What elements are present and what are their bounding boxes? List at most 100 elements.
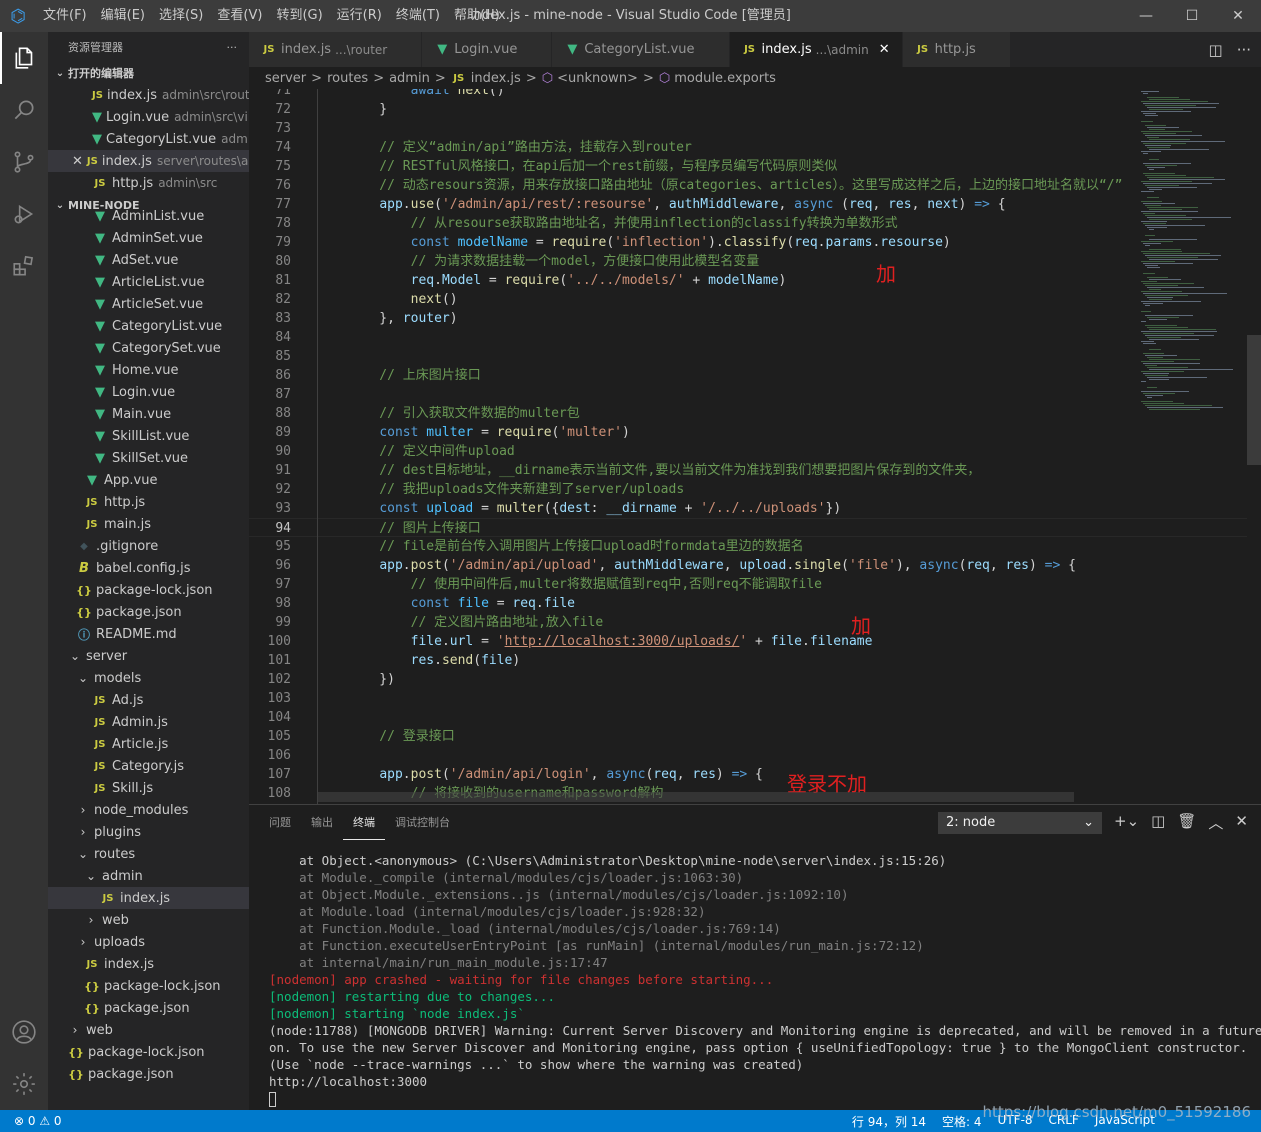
new-terminal-icon[interactable]: +⌄ [1114, 812, 1139, 833]
file-item[interactable]: ▼ App.vue [48, 469, 249, 491]
horizontal-scrollbar[interactable] [318, 792, 1074, 802]
close-window-button[interactable]: ✕ [1215, 0, 1261, 32]
open-editor-item[interactable]: JSindex.js admin\src\router [48, 84, 249, 106]
minimap-line [1141, 181, 1193, 182]
breadcrumb-item[interactable]: routes [327, 71, 368, 86]
panel-tab[interactable]: 终端 [343, 805, 385, 840]
indentation-status[interactable]: 空格: 4 [942, 1113, 982, 1130]
menu-item[interactable]: 文件(F) [36, 0, 94, 32]
file-item[interactable]: ▼ CategoryList.vue [48, 315, 249, 337]
file-item[interactable]: {} package.json [48, 601, 249, 623]
problems-status[interactable]: ⊗ 0 ⚠ 0 [14, 1114, 62, 1128]
minimize-button[interactable]: — [1123, 0, 1169, 32]
code-editor[interactable]: 71 await next() 72 } 73 74 // 定义“admin/api”… [249, 89, 1261, 804]
file-item[interactable]: JS main.js [48, 513, 249, 535]
search-icon[interactable] [0, 84, 48, 136]
file-item[interactable]: ▼ SkillSet.vue [48, 447, 249, 469]
menu-item[interactable]: 帮助(H) [447, 0, 507, 32]
scrollbar-thumb[interactable] [1247, 335, 1261, 465]
open-editor-item[interactable]: ▼Login.vue admin\src\vi... [48, 106, 249, 128]
breadcrumb-item[interactable]: index.js [471, 71, 521, 86]
split-terminal-icon[interactable]: ◫ [1151, 812, 1165, 833]
folder-item[interactable]: ⌄ admin [48, 865, 249, 887]
breadcrumb-item[interactable]: admin [389, 71, 430, 86]
file-item[interactable]: ▼ AdminSet.vue [48, 227, 249, 249]
cursor-position[interactable]: 行 94，列 14 [852, 1113, 926, 1130]
file-item[interactable]: JS Admin.js [48, 711, 249, 733]
menu-item[interactable]: 选择(S) [152, 0, 210, 32]
breadcrumb-item[interactable]: server [265, 71, 306, 86]
file-item[interactable]: JS Article.js [48, 733, 249, 755]
folder-item[interactable]: › uploads [48, 931, 249, 953]
minimap[interactable] [1135, 89, 1247, 804]
file-item[interactable]: {} package.json [48, 997, 249, 1019]
file-item[interactable]: JS Category.js [48, 755, 249, 777]
folder-item[interactable]: › node_modules [48, 799, 249, 821]
file-item[interactable]: ▼ ArticleList.vue [48, 271, 249, 293]
file-item[interactable]: ▼ Home.vue [48, 359, 249, 381]
folder-item[interactable]: ⌄ routes [48, 843, 249, 865]
file-item[interactable]: JS Skill.js [48, 777, 249, 799]
file-item[interactable]: JS http.js [48, 491, 249, 513]
menu-item[interactable]: 查看(V) [210, 0, 269, 32]
file-item[interactable]: Bbabel.config.js [48, 557, 249, 579]
source-control-icon[interactable] [0, 136, 48, 188]
menu-item[interactable]: 转到(G) [269, 0, 329, 32]
explorer-icon[interactable] [0, 32, 48, 84]
file-item[interactable]: {} package.json [48, 1063, 249, 1085]
editor-tab[interactable]: JS http.js [902, 32, 1011, 67]
menu-item[interactable]: 运行(R) [330, 0, 389, 32]
editor-tab[interactable]: ▼ Login.vue [422, 32, 553, 67]
open-editor-item[interactable]: JS http.js admin\src [48, 172, 249, 194]
panel-tab[interactable]: 问题 [259, 805, 301, 840]
folder-item[interactable]: ⌄ models [48, 667, 249, 689]
close-icon[interactable]: ✕ [72, 154, 83, 169]
settings-gear-icon[interactable] [0, 1058, 48, 1110]
file-item[interactable]: ⓘ README.md [48, 623, 249, 645]
editor-tab[interactable]: ▼ CategoryList.vue [552, 32, 730, 67]
panel-tab[interactable]: 输出 [301, 805, 343, 840]
file-item[interactable]: JS Ad.js [48, 689, 249, 711]
split-editor-icon[interactable]: ◫ [1209, 41, 1223, 59]
breadcrumb-item[interactable]: module.exports [674, 71, 776, 86]
file-item[interactable]: ▼ ArticleSet.vue [48, 293, 249, 315]
file-item[interactable]: ▼ Main.vue [48, 403, 249, 425]
close-panel-icon[interactable]: ✕ [1235, 812, 1248, 833]
more-actions-icon[interactable]: ··· [227, 41, 238, 54]
folder-item[interactable]: › plugins [48, 821, 249, 843]
maximize-panel-icon[interactable]: ︿ [1208, 812, 1223, 833]
file-item[interactable]: JS index.js [48, 953, 249, 975]
trash-icon[interactable]: 🗑 [1177, 812, 1196, 833]
open-editors-section[interactable]: ⌄ 打开的编辑器 [48, 62, 249, 84]
file-item[interactable]: ▼ Login.vue [48, 381, 249, 403]
file-item[interactable]: ◆ .gitignore [48, 535, 249, 557]
maximize-button[interactable]: ☐ [1169, 0, 1215, 32]
breadcrumb-item[interactable]: <unknown> [557, 71, 638, 86]
menu-item[interactable]: 编辑(E) [94, 0, 152, 32]
file-item[interactable]: {} package-lock.json [48, 975, 249, 997]
account-icon[interactable] [0, 1006, 48, 1058]
extensions-icon[interactable] [0, 240, 48, 292]
file-item[interactable]: ▼ AdSet.vue [48, 249, 249, 271]
panel-tab[interactable]: 调试控制台 [385, 805, 460, 840]
folder-item[interactable]: › web [48, 1019, 249, 1041]
open-editor-item[interactable]: ▼CategoryList.vue admi... [48, 128, 249, 150]
terminal-output[interactable]: at Object.<anonymous> (C:\Users\Administ… [269, 852, 1261, 1107]
editor-tab[interactable]: JS index.js ...\router [249, 32, 423, 67]
menu-item[interactable]: 终端(T) [389, 0, 447, 32]
file-item[interactable]: ▼ SkillList.vue [48, 425, 249, 447]
folder-item[interactable]: › web [48, 909, 249, 931]
file-item[interactable]: JS index.js [48, 887, 249, 909]
js-file-icon: JS [92, 89, 103, 101]
file-item[interactable]: {} package-lock.json [48, 1041, 249, 1063]
editor-tab[interactable]: JS index.js ...\admin ✕ [729, 32, 903, 67]
code-line: 82 next() [249, 290, 1261, 309]
close-tab-icon[interactable]: ✕ [879, 42, 890, 57]
terminal-select[interactable]: 2: node ⌄ [938, 812, 1102, 834]
open-editor-item[interactable]: ✕JSindex.js server\routes\a... [48, 150, 249, 172]
file-item[interactable]: {} package-lock.json [48, 579, 249, 601]
run-debug-icon[interactable] [0, 188, 48, 240]
folder-item[interactable]: ⌄ server [48, 645, 249, 667]
more-actions-icon[interactable]: ··· [1237, 41, 1251, 59]
file-item[interactable]: ▼ CategorySet.vue [48, 337, 249, 359]
